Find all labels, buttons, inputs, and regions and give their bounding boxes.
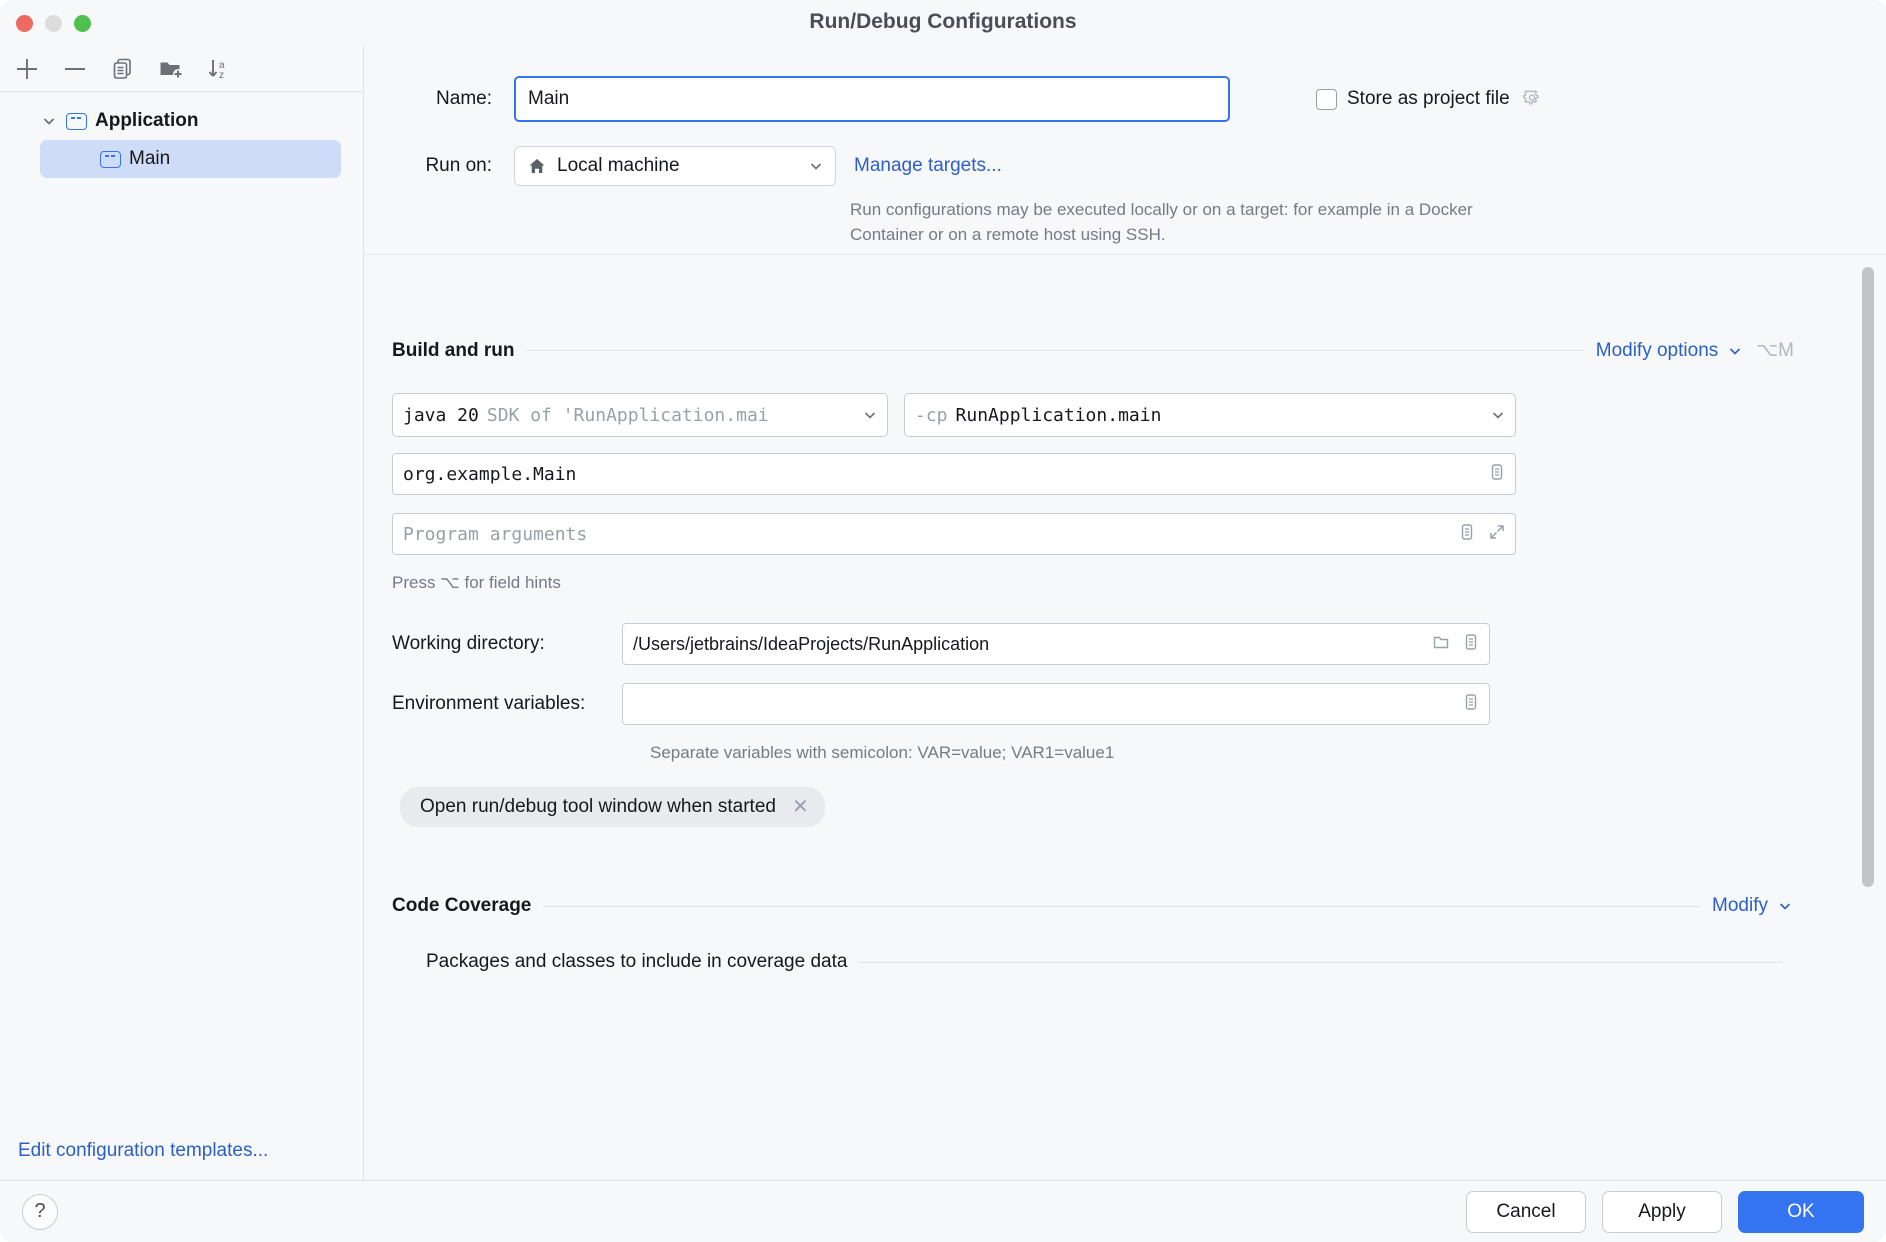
settings-scroll-area: Build and run Modify options ⌥M java 20 …: [364, 254, 1886, 1118]
run-on-row: Run on: Local machine Manage targets...: [364, 146, 1002, 186]
code-coverage-title: Code Coverage: [392, 895, 531, 917]
expand-list-icon[interactable]: [1461, 632, 1481, 657]
section-divider: [859, 962, 1782, 963]
chevron-down-icon[interactable]: [1489, 406, 1507, 424]
gear-icon[interactable]: [1520, 87, 1544, 111]
modify-options-link[interactable]: Modify options: [1596, 340, 1719, 362]
environment-variables-label: Environment variables:: [392, 693, 622, 715]
option-chip-label: Open run/debug tool window when started: [420, 796, 776, 818]
option-chip-open-tool-window[interactable]: Open run/debug tool window when started …: [400, 787, 825, 827]
configurations-tree: Application Main: [0, 92, 363, 1180]
folder-icon[interactable]: [1431, 632, 1451, 657]
jre-secondary: SDK of 'RunApplication.mai: [487, 405, 769, 426]
working-directory-field-icons: [1431, 632, 1481, 657]
expand-editor-icon[interactable]: [1487, 522, 1507, 547]
section-divider: [543, 906, 1700, 907]
name-input[interactable]: [514, 76, 1230, 122]
program-arguments-placeholder: Program arguments: [403, 524, 1457, 545]
tree-group-label: Application: [95, 110, 198, 132]
sort-az-icon[interactable]: a z: [204, 54, 234, 84]
expand-list-icon[interactable]: [1457, 522, 1477, 547]
working-directory-label: Working directory:: [392, 633, 622, 655]
sidebar-toolbar: a z: [0, 46, 363, 92]
classpath-value: -cp RunApplication.main: [915, 405, 1489, 426]
add-configuration-button[interactable]: [12, 54, 42, 84]
name-row: Name: Store as project file: [364, 76, 1886, 122]
dialog-body: a z Application Main Edit: [0, 46, 1886, 1180]
tree-group-application[interactable]: Application: [0, 102, 363, 140]
dialog-footer: ? Cancel Apply OK: [0, 1180, 1886, 1242]
tree-item-main[interactable]: Main: [40, 140, 341, 178]
chevron-down-icon[interactable]: [1726, 342, 1744, 360]
run-debug-configurations-dialog: Run/Debug Configurations: [0, 0, 1886, 1242]
folder-add-icon[interactable]: [156, 54, 186, 84]
run-on-target-dropdown[interactable]: Local machine: [514, 146, 836, 186]
store-as-project-file-checkbox[interactable]: [1316, 89, 1337, 110]
home-icon: [527, 156, 547, 176]
copy-configuration-button[interactable]: [108, 54, 138, 84]
build-and-run-section-header: Build and run Modify options ⌥M: [364, 339, 1822, 362]
name-label: Name:: [392, 88, 492, 110]
chevron-down-icon[interactable]: [40, 112, 58, 130]
main-class-field[interactable]: org.example.Main: [392, 453, 1516, 495]
chevron-down-icon[interactable]: [807, 157, 825, 175]
jre-primary: java 20: [403, 405, 479, 426]
modify-options-shortcut: ⌥M: [1756, 339, 1794, 362]
program-arguments-field-icons: [1457, 522, 1507, 547]
coverage-packages-title: Packages and classes to include in cover…: [426, 951, 847, 973]
target-hint-text: Run configurations may be executed local…: [850, 198, 1490, 247]
expand-list-icon[interactable]: [1461, 692, 1481, 717]
field-hints-text: Press ⌥ for field hints: [392, 573, 561, 593]
run-on-target-value: Local machine: [557, 155, 797, 177]
code-coverage-modify-link[interactable]: Modify: [1712, 895, 1768, 917]
classpath-module-dropdown[interactable]: -cp RunApplication.main: [904, 393, 1516, 437]
title-bar: Run/Debug Configurations: [0, 0, 1886, 46]
configurations-sidebar: a z Application Main Edit: [0, 46, 364, 1180]
settings-scrollbar[interactable]: [1862, 267, 1874, 887]
expand-list-icon[interactable]: [1487, 462, 1507, 487]
program-arguments-field[interactable]: Program arguments: [392, 513, 1516, 555]
remove-configuration-button[interactable]: [60, 54, 90, 84]
help-button[interactable]: ?: [22, 1194, 58, 1230]
close-icon[interactable]: ✕: [792, 797, 809, 817]
working-directory-value: /Users/jetbrains/IdeaProjects/RunApplica…: [633, 634, 1431, 655]
store-as-project-file-label: Store as project file: [1347, 88, 1510, 110]
build-and-run-title: Build and run: [392, 340, 514, 362]
main-class-value: org.example.Main: [403, 464, 1487, 485]
coverage-packages-subsection-header: Packages and classes to include in cover…: [364, 951, 1822, 973]
edit-configuration-templates-link[interactable]: Edit configuration templates...: [18, 1140, 268, 1162]
ok-button[interactable]: OK: [1738, 1191, 1864, 1233]
application-config-icon: [66, 113, 87, 130]
chevron-down-icon[interactable]: [861, 406, 879, 424]
manage-targets-link[interactable]: Manage targets...: [854, 155, 1002, 177]
main-class-field-icons: [1487, 462, 1507, 487]
tree-item-label: Main: [129, 148, 170, 170]
chevron-down-icon[interactable]: [1776, 897, 1794, 915]
configuration-form: Name: Store as project file Run on:: [364, 46, 1886, 1180]
environment-variables-row: Environment variables:: [392, 683, 1490, 725]
working-directory-row: Working directory: /Users/jetbrains/Idea…: [392, 623, 1490, 665]
classpath-module: RunApplication.main: [956, 405, 1162, 426]
section-divider: [526, 350, 1583, 351]
cancel-button[interactable]: Cancel: [1466, 1191, 1586, 1233]
code-coverage-section-header: Code Coverage Modify: [364, 895, 1822, 917]
working-directory-field[interactable]: /Users/jetbrains/IdeaProjects/RunApplica…: [622, 623, 1490, 665]
environment-variables-field-icons: [1461, 692, 1481, 717]
jre-value: java 20 SDK of 'RunApplication.mai: [403, 405, 861, 426]
dialog-title: Run/Debug Configurations: [0, 10, 1886, 34]
store-as-project-file-group[interactable]: Store as project file: [1316, 87, 1544, 111]
svg-text:z: z: [219, 70, 224, 81]
environment-variables-field[interactable]: [622, 683, 1490, 725]
environment-variables-hint: Separate variables with semicolon: VAR=v…: [650, 743, 1114, 763]
run-on-label: Run on:: [392, 155, 492, 177]
run-config-icon: [100, 151, 121, 168]
apply-button[interactable]: Apply: [1602, 1191, 1722, 1233]
classpath-flag: -cp: [915, 405, 948, 426]
jre-dropdown[interactable]: java 20 SDK of 'RunApplication.mai: [392, 393, 888, 437]
